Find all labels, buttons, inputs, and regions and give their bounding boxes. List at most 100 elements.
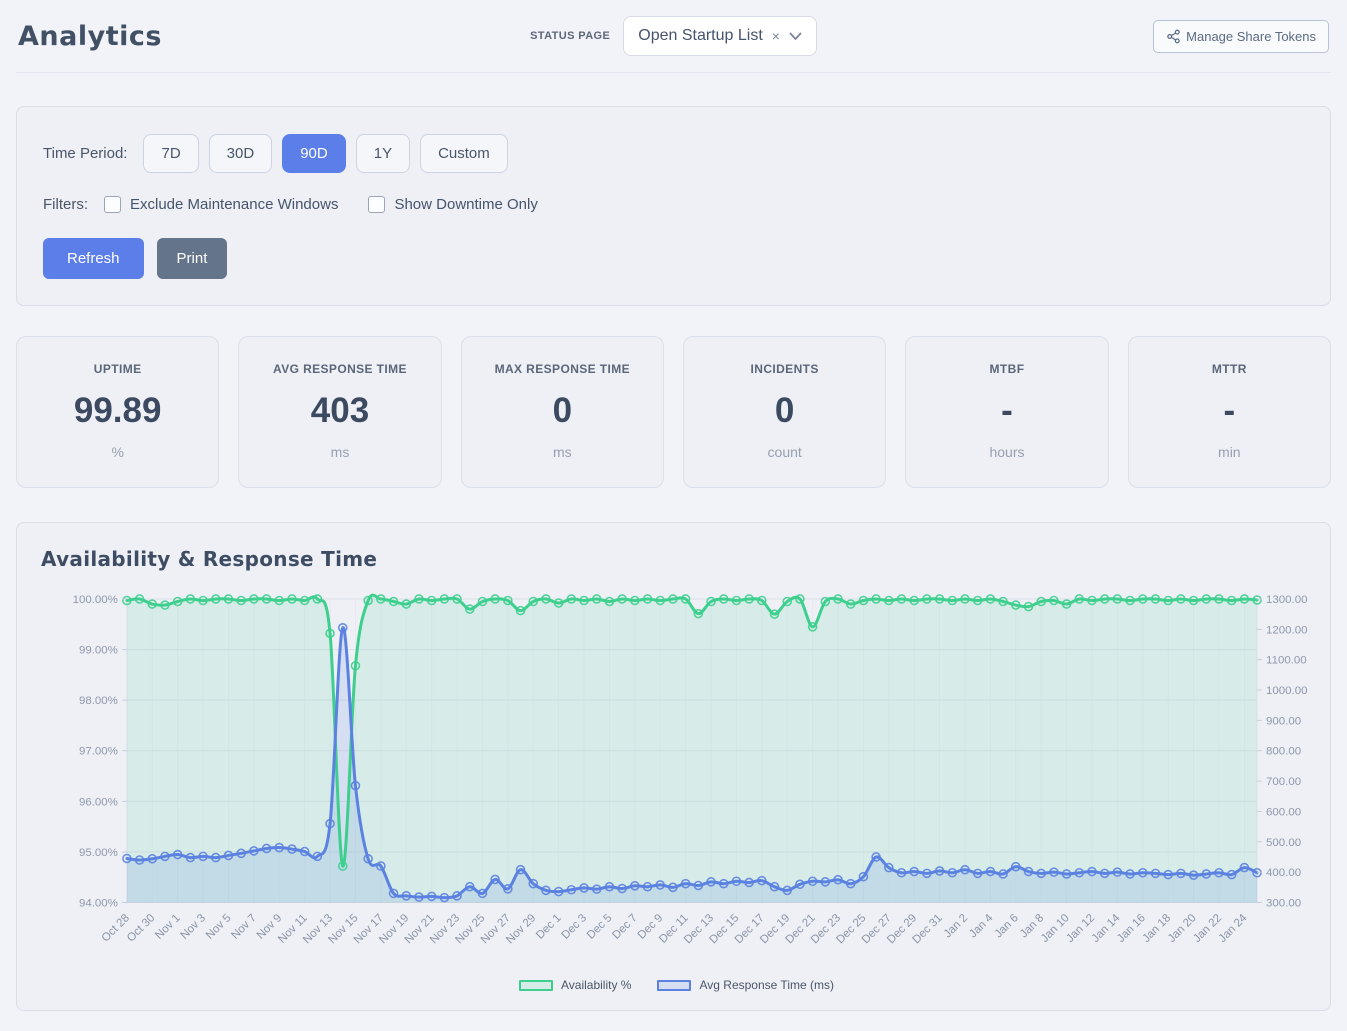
analytics-page: Analytics STATUS PAGE Open Startup List … [0,0,1347,1031]
svg-text:100.00%: 100.00% [73,594,118,606]
time-period-1y[interactable]: 1Y [356,134,410,173]
stat-label: MAX RESPONSE TIME [468,362,657,376]
stat-unit: hours [912,444,1101,460]
svg-text:Nov 3: Nov 3 [179,912,209,942]
stat-card-incidents: INCIDENTS 0 count [683,336,886,488]
chart-title: Availability & Response Time [41,547,1312,571]
brand-area: Analytics [18,21,530,52]
svg-text:Dec 1: Dec 1 [534,912,564,942]
svg-text:800.00: 800.00 [1266,746,1301,758]
stat-card-max-response-time: MAX RESPONSE TIME 0 ms [461,336,664,488]
time-period-label: Time Period: [43,145,127,162]
status-page-label: STATUS PAGE [530,30,610,42]
page-title: Analytics [18,21,162,52]
time-period-row: Time Period: 7D 30D 90D 1Y Custom [43,134,1304,173]
manage-share-tokens-button[interactable]: Manage Share Tokens [1153,20,1329,53]
refresh-button[interactable]: Refresh [43,238,144,279]
legend-label: Avg Response Time (ms) [699,978,834,992]
print-button[interactable]: Print [157,238,228,279]
svg-text:94.00%: 94.00% [79,897,118,909]
stat-unit: % [23,444,212,460]
legend-swatch [657,980,691,991]
time-period-30d[interactable]: 30D [209,134,273,173]
filters-label: Filters: [43,196,88,213]
svg-text:Dec 7: Dec 7 [610,912,640,942]
exclude-maintenance-label: Exclude Maintenance Windows [130,196,338,213]
svg-text:Oct 30: Oct 30 [125,912,157,944]
filters-row: Filters: Exclude Maintenance Windows Sho… [43,196,1304,213]
stat-card-mtbf: MTBF - hours [905,336,1108,488]
svg-text:400.00: 400.00 [1266,867,1301,879]
time-period-custom[interactable]: Custom [420,134,508,173]
legend-item[interactable]: Availability % [519,978,631,992]
legend-item[interactable]: Avg Response Time (ms) [657,978,834,992]
stat-value: 0 [468,391,657,431]
clear-selection-icon[interactable]: × [772,29,780,43]
time-period-7d[interactable]: 7D [143,134,198,173]
chart-legend: Availability % Avg Response Time (ms) [41,978,1312,996]
svg-text:Nov 7: Nov 7 [229,912,259,942]
status-page-select-value: Open Startup List [638,27,763,45]
availability-response-chart[interactable]: 94.00% 95.00% 96.00% 97.00% 98.00% 99.00% 100.… [41,585,1312,976]
svg-text:500.00: 500.00 [1266,837,1301,849]
stat-label: AVG RESPONSE TIME [245,362,434,376]
svg-text:900.00: 900.00 [1266,715,1301,727]
time-period-90d[interactable]: 90D [282,134,346,173]
svg-text:1100.00: 1100.00 [1266,655,1307,667]
legend-swatch [519,980,553,991]
svg-text:Nov 1: Nov 1 [153,912,183,942]
svg-text:Dec 5: Dec 5 [585,912,615,942]
manage-share-tokens-label: Manage Share Tokens [1186,29,1316,44]
status-page-selector-group: STATUS PAGE Open Startup List × [530,16,817,56]
stat-unit: ms [468,444,657,460]
stat-card-uptime: UPTIME 99.89 % [16,336,219,488]
exclude-maintenance-checkbox-item[interactable]: Exclude Maintenance Windows [104,196,338,213]
svg-text:Jan 24: Jan 24 [1217,912,1250,945]
stat-unit: ms [245,444,434,460]
share-icon [1166,29,1181,44]
stat-card-avg-response-time: AVG RESPONSE TIME 403 ms [238,336,441,488]
svg-text:Jan 4: Jan 4 [967,912,996,941]
stat-value: - [1135,391,1324,431]
svg-text:1300.00: 1300.00 [1266,594,1307,606]
filter-panel: Time Period: 7D 30D 90D 1Y Custom Filter… [16,106,1331,306]
svg-text:Dec 3: Dec 3 [559,912,589,942]
chevron-down-icon [789,32,802,41]
svg-text:700.00: 700.00 [1266,776,1301,788]
stat-label: INCIDENTS [690,362,879,376]
svg-text:Jan 6: Jan 6 [993,912,1021,940]
stat-value: 403 [245,391,434,431]
svg-text:97.00%: 97.00% [79,746,118,758]
stat-label: MTTR [1135,362,1324,376]
show-downtime-label: Show Downtime Only [394,196,537,213]
svg-text:Nov 5: Nov 5 [204,912,234,942]
svg-text:1200.00: 1200.00 [1266,624,1307,636]
svg-text:99.00%: 99.00% [79,645,118,657]
stat-label: MTBF [912,362,1101,376]
stat-value: 0 [690,391,879,431]
legend-label: Availability % [561,978,631,992]
top-bar: Analytics STATUS PAGE Open Startup List … [16,14,1331,73]
status-page-select[interactable]: Open Startup List × [623,16,817,56]
stat-value: 99.89 [23,391,212,431]
stats-grid: UPTIME 99.89 % AVG RESPONSE TIME 403 ms … [16,336,1331,488]
svg-text:1000.00: 1000.00 [1266,685,1307,697]
filter-actions-row: Refresh Print [43,238,1304,279]
svg-text:600.00: 600.00 [1266,806,1301,818]
stat-card-mttr: MTTR - min [1128,336,1331,488]
stat-unit: count [690,444,879,460]
show-downtime-checkbox-item[interactable]: Show Downtime Only [368,196,537,213]
availability-chart-card: Availability & Response Time 94.00% 95.00… [16,522,1331,1011]
show-downtime-checkbox[interactable] [368,196,385,213]
stat-value: - [912,391,1101,431]
svg-text:98.00%: 98.00% [79,695,118,707]
topbar-actions: Manage Share Tokens [817,20,1329,53]
svg-text:Oct 28: Oct 28 [100,912,132,944]
svg-text:300.00: 300.00 [1266,897,1301,909]
stat-unit: min [1135,444,1324,460]
svg-text:95.00%: 95.00% [79,847,118,859]
svg-text:Jan 2: Jan 2 [942,912,970,940]
svg-text:96.00%: 96.00% [79,796,118,808]
exclude-maintenance-checkbox[interactable] [104,196,121,213]
chart-area: 94.00% 95.00% 96.00% 97.00% 98.00% 99.00% 100.… [41,585,1312,976]
